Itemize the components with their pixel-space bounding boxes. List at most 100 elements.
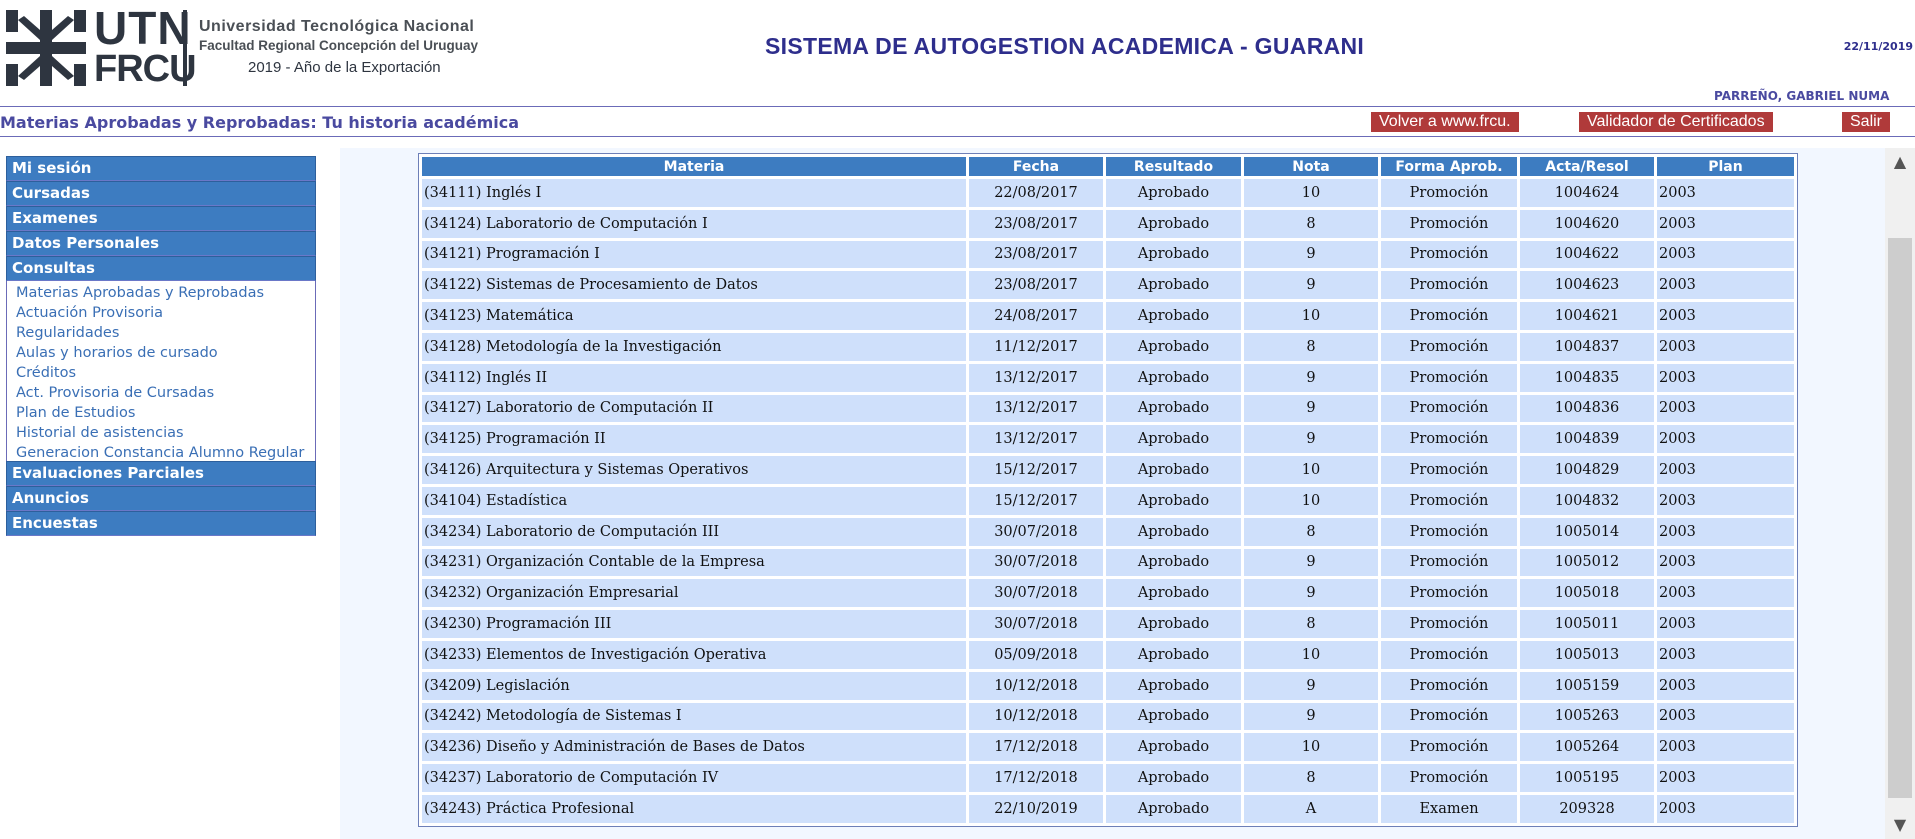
cell-plan: 2003 <box>1657 579 1794 608</box>
cell-fecha: 10/12/2018 <box>969 671 1103 700</box>
cell-materia: (34231) Organización Contable de la Empr… <box>422 548 966 577</box>
table-row: (34243) Práctica Profesional 22/10/2019 Ap… <box>422 794 1794 823</box>
cell-resultado: Aprobado <box>1106 548 1241 577</box>
submenu-aulas-horarios[interactable]: Aulas y horarios de cursado <box>16 343 315 363</box>
sidebar-item-consultas[interactable]: Consultas <box>6 256 316 281</box>
sidebar-item-datos-personales[interactable]: Datos Personales <box>6 231 316 256</box>
cell-acta-resol: 1005011 <box>1520 610 1654 638</box>
cell-materia: (34112) Inglés II <box>422 363 966 392</box>
submenu-actuacion-provisoria[interactable]: Actuación Provisoria <box>16 303 315 323</box>
column-header-forma-aprob: Forma Aprob. <box>1381 157 1517 176</box>
cell-acta-resol: 1004835 <box>1520 363 1654 392</box>
cell-acta-resol: 1004620 <box>1520 209 1654 238</box>
scroll-up-icon[interactable]: ▲ <box>1885 148 1915 176</box>
column-header-fecha: Fecha <box>969 157 1103 176</box>
cell-plan: 2003 <box>1657 671 1794 700</box>
cell-forma-aprob: Promoción <box>1381 733 1517 762</box>
salir-button[interactable]: Salir <box>1842 112 1891 132</box>
cell-resultado: Aprobado <box>1106 271 1241 300</box>
scroll-thumb[interactable] <box>1888 238 1912 798</box>
cell-acta-resol: 1004839 <box>1520 425 1654 454</box>
logo-frcu-text: FRCU <box>94 48 197 90</box>
table-row: (34128) Metodología de la Investigación 1… <box>422 332 1794 361</box>
table-row: (34121) Programación I 23/08/2017 Aprobado… <box>422 240 1794 269</box>
sidebar-item-cursadas[interactable]: Cursadas <box>6 181 316 206</box>
cell-acta-resol: 1004623 <box>1520 271 1654 300</box>
cell-acta-resol: 1004837 <box>1520 332 1654 361</box>
cell-materia: (34232) Organización Empresarial <box>422 579 966 608</box>
cell-resultado: Aprobado <box>1106 486 1241 515</box>
submenu-materias-aprobadas[interactable]: Materias Aprobadas y Reprobadas <box>16 283 315 303</box>
cell-nota: 9 <box>1244 240 1378 269</box>
submenu-creditos[interactable]: Créditos <box>16 363 315 383</box>
cell-forma-aprob: Promoción <box>1381 486 1517 515</box>
cell-resultado: Aprobado <box>1106 579 1241 608</box>
sidebar-item-evaluaciones-parciales[interactable]: Evaluaciones Parciales <box>6 461 316 486</box>
sidebar-item-anuncios[interactable]: Anuncios <box>6 486 316 511</box>
validador-certificados-button[interactable]: Validador de Certificados <box>1579 112 1773 132</box>
cell-plan: 2003 <box>1657 517 1794 546</box>
cell-acta-resol: 1004836 <box>1520 394 1654 423</box>
cell-acta-resol: 1005018 <box>1520 579 1654 608</box>
cell-resultado: Aprobado <box>1106 640 1241 669</box>
table-row: (34231) Organización Contable de la Empr… <box>422 548 1794 577</box>
table-row: (34209) Legislación 10/12/2018 Aprobado 9 Pr… <box>422 671 1794 700</box>
cell-materia: (34104) Estadística <box>422 486 966 515</box>
sidebar-item-mi-sesion[interactable]: Mi sesión <box>6 156 316 181</box>
cell-resultado: Aprobado <box>1106 425 1241 454</box>
cell-acta-resol: 1005013 <box>1520 640 1654 669</box>
cell-acta-resol: 1005264 <box>1520 733 1654 762</box>
table-header-row: Materia Fecha Resultado Nota Forma Aprob… <box>422 157 1794 176</box>
cell-resultado: Aprobado <box>1106 794 1241 823</box>
cell-resultado: Aprobado <box>1106 363 1241 392</box>
cell-nota: 9 <box>1244 579 1378 608</box>
faculty-name: Facultad Regional Concepción del Uruguay <box>199 38 479 53</box>
cell-resultado: Aprobado <box>1106 733 1241 762</box>
cell-acta-resol: 1004621 <box>1520 302 1654 330</box>
cell-plan: 2003 <box>1657 640 1794 669</box>
cell-fecha: 23/08/2017 <box>969 271 1103 300</box>
cell-fecha: 30/07/2018 <box>969 610 1103 638</box>
table-row: (34104) Estadística 15/12/2017 Aprobado 10 P… <box>422 486 1794 515</box>
cell-plan: 2003 <box>1657 179 1794 207</box>
cell-fecha: 13/12/2017 <box>969 425 1103 454</box>
table-row: (34122) Sistemas de Procesamiento de Dat… <box>422 271 1794 300</box>
submenu-historial-asistencias[interactable]: Historial de asistencias <box>16 423 315 443</box>
cell-materia: (34111) Inglés I <box>422 179 966 207</box>
cell-materia: (34234) Laboratorio de Computación III <box>422 517 966 546</box>
cell-fecha: 30/07/2018 <box>969 517 1103 546</box>
sidebar-item-encuestas[interactable]: Encuestas <box>6 511 316 536</box>
university-name: Universidad Tecnológica Nacional <box>199 18 475 35</box>
cell-fecha: 13/12/2017 <box>969 394 1103 423</box>
submenu-regularidades[interactable]: Regularidades <box>16 323 315 343</box>
volver-button[interactable]: Volver a www.frcu. <box>1371 112 1519 132</box>
scrollbar[interactable]: ▲ ▼ <box>1885 148 1915 839</box>
logo-separator <box>183 10 187 86</box>
cell-forma-aprob: Promoción <box>1381 671 1517 700</box>
table-row: (34126) Arquitectura y Sistemas Operativ… <box>422 456 1794 484</box>
cell-materia: (34243) Práctica Profesional <box>422 794 966 823</box>
cell-plan: 2003 <box>1657 486 1794 515</box>
cell-forma-aprob: Promoción <box>1381 456 1517 484</box>
cell-nota: 8 <box>1244 209 1378 238</box>
cell-plan: 2003 <box>1657 610 1794 638</box>
cell-resultado: Aprobado <box>1106 179 1241 207</box>
column-header-resultado: Resultado <box>1106 157 1241 176</box>
cell-nota: 9 <box>1244 363 1378 392</box>
submenu-act-provisoria-cursadas[interactable]: Act. Provisoria de Cursadas <box>16 383 315 403</box>
sidebar-item-examenes[interactable]: Examenes <box>6 206 316 231</box>
table-row: (34242) Metodología de Sistemas I 10/12/2… <box>422 702 1794 731</box>
cell-plan: 2003 <box>1657 702 1794 731</box>
cell-nota: 8 <box>1244 332 1378 361</box>
cell-materia: (34236) Diseño y Administración de Bases… <box>422 733 966 762</box>
scroll-down-icon[interactable]: ▼ <box>1885 811 1915 839</box>
cell-forma-aprob: Promoción <box>1381 764 1517 792</box>
cell-resultado: Aprobado <box>1106 517 1241 546</box>
cell-materia: (34128) Metodología de la Investigación <box>422 332 966 361</box>
cell-nota: 8 <box>1244 610 1378 638</box>
submenu-constancia-alumno-regular[interactable]: Generacion Constancia Alumno Regular <box>16 443 315 463</box>
table-row: (34125) Programación II 13/12/2017 Aprobad… <box>422 425 1794 454</box>
table-row: (34232) Organización Empresarial 30/07/20… <box>422 579 1794 608</box>
submenu-plan-estudios[interactable]: Plan de Estudios <box>16 403 315 423</box>
page-title: Materias Aprobadas y Reprobadas: Tu hist… <box>0 113 520 132</box>
